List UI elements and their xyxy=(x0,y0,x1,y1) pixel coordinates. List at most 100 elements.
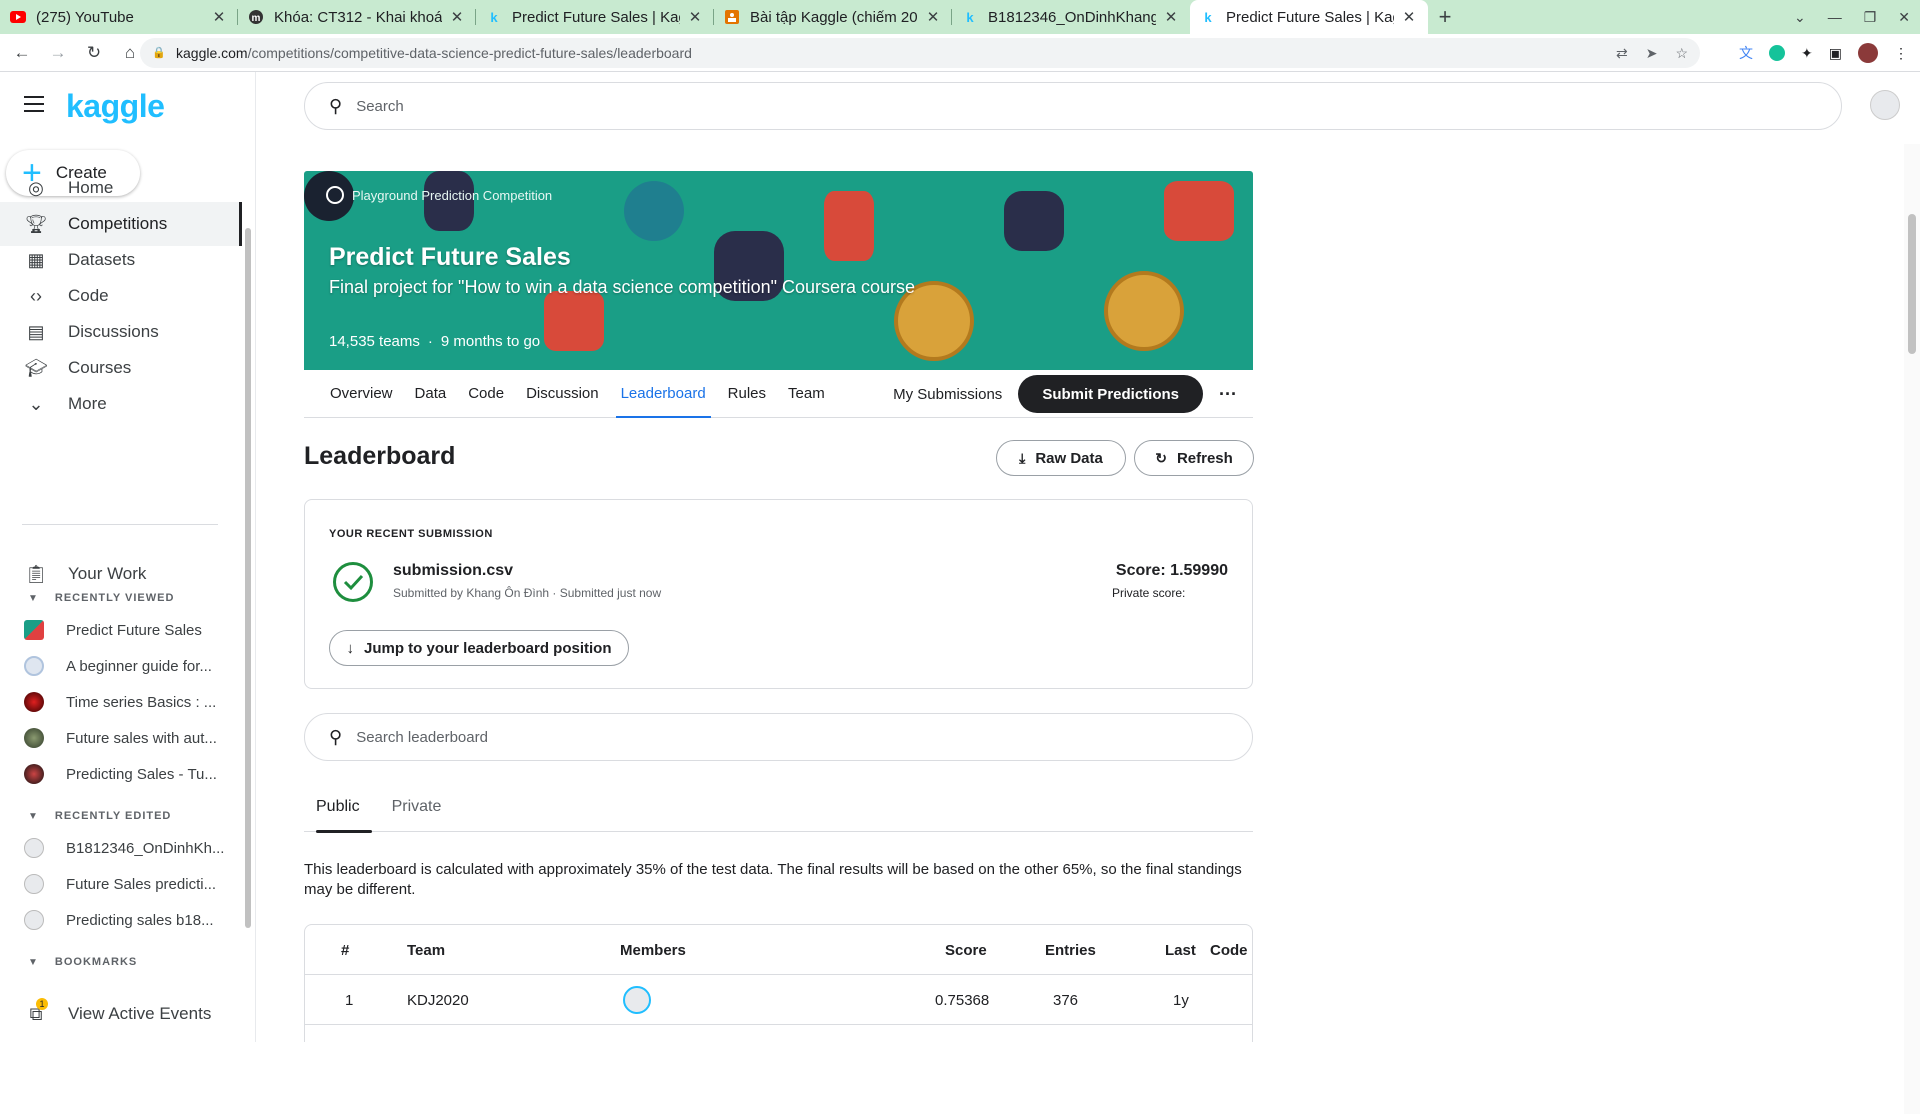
search-input[interactable]: ⚲ Search xyxy=(304,82,1842,130)
bookmarks-heading[interactable]: ▼ BOOKMARKS xyxy=(0,952,137,972)
extensions-puzzle-icon[interactable]: ✦ xyxy=(1801,45,1813,62)
tab-public[interactable]: Public xyxy=(304,782,372,833)
browser-tab[interactable]: m Khóa: CT312 - Khai khoán ✕ xyxy=(238,0,476,34)
competition-thumbnail xyxy=(24,620,44,640)
col-code: Code xyxy=(1210,941,1248,959)
recent-item-label: Predict Future Sales xyxy=(66,621,202,639)
recent-item[interactable]: A beginner guide for... xyxy=(0,649,240,683)
tab-leaderboard[interactable]: Leaderboard xyxy=(610,370,717,418)
raw-data-label: Raw Data xyxy=(1035,449,1103,467)
recent-item[interactable]: Time series Basics : ... xyxy=(0,685,240,719)
forward-icon[interactable]: → xyxy=(44,39,72,67)
address-bar[interactable]: 🔒 kaggle.com/competitions/competitive-da… xyxy=(140,38,1700,68)
tab-rules[interactable]: Rules xyxy=(717,370,777,418)
tab-data[interactable]: Data xyxy=(404,370,458,418)
more-options-icon[interactable]: ··· xyxy=(1203,384,1253,405)
new-tab-button[interactable]: + xyxy=(1428,0,1462,34)
maximize-icon[interactable]: ❐ xyxy=(1864,9,1877,26)
sidebar-item-label: Courses xyxy=(68,358,132,377)
recent-edited-item[interactable]: B1812346_OnDinhKh... xyxy=(0,831,240,865)
user-avatar[interactable] xyxy=(1870,90,1900,120)
leaderboard-search-input[interactable]: ⚲ Search leaderboard xyxy=(304,713,1253,761)
leaderboard-note: This leaderboard is calculated with appr… xyxy=(304,861,1242,898)
recent-edited-item[interactable]: Future Sales predicti... xyxy=(0,867,240,901)
browser-tab[interactable]: k B1812346_OnDinhKhang_ ✕ xyxy=(952,0,1190,34)
browser-tab-title: (275) YouTube xyxy=(36,8,134,26)
notebook-avatar xyxy=(24,874,44,894)
browser-tab-title: Khóa: CT312 - Khai khoán xyxy=(274,8,442,26)
team-cell[interactable]: KDJ2020 xyxy=(407,975,469,1025)
close-window-icon[interactable]: ✕ xyxy=(1898,9,1910,26)
tab-code[interactable]: Code xyxy=(457,370,515,418)
translate-icon[interactable]: ⇄ xyxy=(1616,45,1628,62)
reload-icon[interactable]: ↻ xyxy=(80,39,108,67)
col-score: Score xyxy=(945,941,987,959)
browser-tab[interactable]: (275) YouTube ✕ xyxy=(0,0,238,34)
recently-edited-heading[interactable]: ▼ RECENTLY EDITED xyxy=(0,806,171,826)
menu-hamburger-icon[interactable] xyxy=(24,96,44,112)
side-panel-icon[interactable]: ▣ xyxy=(1829,45,1842,62)
lock-icon[interactable]: 🔒 xyxy=(152,46,166,60)
close-tab-icon[interactable]: ✕ xyxy=(686,8,704,26)
recent-item[interactable]: Predicting Sales - Tu... xyxy=(0,757,240,791)
recent-item[interactable]: Future sales with aut... xyxy=(0,721,240,755)
grammarly-icon[interactable] xyxy=(1769,45,1786,61)
member-avatar[interactable] xyxy=(623,986,651,1014)
close-tab-icon[interactable]: ✕ xyxy=(1162,8,1180,26)
chevron-down-icon: ⌄ xyxy=(28,393,44,414)
view-active-events[interactable]: ⧉ 1 View Active Events xyxy=(0,992,242,1036)
refresh-button[interactable]: ↻ Refresh xyxy=(1134,440,1254,476)
close-tab-icon[interactable]: ✕ xyxy=(448,8,466,26)
browser-tab-active[interactable]: k Predict Future Sales | Kag ✕ xyxy=(1190,0,1428,34)
leaderboard-table: # Team Members Score Entries Last Code 1… xyxy=(304,924,1253,1042)
tab-overview[interactable]: Overview xyxy=(304,370,404,418)
browser-tab[interactable]: k Predict Future Sales | Kag ✕ xyxy=(476,0,714,34)
raw-data-button[interactable]: ⤓ Raw Data xyxy=(996,440,1126,476)
search-placeholder: Search xyxy=(356,97,404,115)
tab-search-icon[interactable]: ⌄ xyxy=(1794,9,1806,26)
page-title: Leaderboard xyxy=(304,442,456,470)
minimize-icon[interactable]: — xyxy=(1828,9,1842,25)
jump-to-position-button[interactable]: ↓ Jump to your leaderboard position xyxy=(329,630,629,666)
my-submissions-link[interactable]: My Submissions xyxy=(893,386,1002,403)
share-icon[interactable]: ➤ xyxy=(1646,45,1658,62)
submission-file-name[interactable]: submission.csv xyxy=(393,562,513,580)
table-row[interactable]: 1 KDJ2020 0.75368 376 1y xyxy=(305,975,1252,1025)
close-tab-icon[interactable]: ✕ xyxy=(1400,8,1418,26)
back-icon[interactable]: ← xyxy=(8,39,36,67)
browser-menu-icon[interactable]: ⋮ xyxy=(1894,45,1908,62)
tab-private[interactable]: Private xyxy=(372,782,454,832)
sidebar-scrollbar[interactable] xyxy=(244,214,252,994)
recent-item[interactable]: Predict Future Sales xyxy=(0,613,240,647)
recent-edited-item[interactable]: Predicting sales b18... xyxy=(0,903,240,937)
bookmark-star-icon[interactable]: ☆ xyxy=(1675,45,1688,62)
url-path: /competitions/competitive-data-science-p… xyxy=(247,45,692,61)
tab-discussion[interactable]: Discussion xyxy=(515,370,610,418)
browser-tab-title: Bài tập Kaggle (chiếm 20 xyxy=(750,8,918,26)
col-rank: # xyxy=(341,941,350,959)
profile-avatar-icon[interactable] xyxy=(1858,43,1878,63)
sidebar-item-label: Home xyxy=(68,178,114,197)
submit-predictions-button[interactable]: Submit Predictions xyxy=(1018,375,1203,413)
recent-item-label: Time series Basics : ... xyxy=(66,693,217,711)
section-heading-label: RECENTLY EDITED xyxy=(54,810,172,822)
moodle-icon: m xyxy=(248,9,264,25)
browser-tab-strip: (275) YouTube ✕ m Khóa: CT312 - Khai kho… xyxy=(0,0,1920,34)
col-team: Team xyxy=(407,941,446,959)
recent-item-label: Predicting sales b18... xyxy=(66,911,214,929)
browser-tab[interactable]: Bài tập Kaggle (chiếm 20 ✕ xyxy=(714,0,952,34)
recently-viewed-heading[interactable]: ▼ RECENTLY VIEWED xyxy=(0,588,174,608)
tab-team[interactable]: Team xyxy=(777,370,836,418)
sidebar-item-more[interactable]: ⌄ More xyxy=(0,382,242,426)
table-icon: ▦ xyxy=(27,249,45,270)
kaggle-logo[interactable]: kaggle xyxy=(66,88,165,125)
window-controls: ⌄ — ❐ ✕ xyxy=(1794,0,1910,34)
sidebar-item-label: Competitions xyxy=(68,214,168,233)
recent-item-label: B1812346_OnDinhKh... xyxy=(66,839,225,857)
close-tab-icon[interactable]: ✕ xyxy=(210,8,228,26)
close-tab-icon[interactable]: ✕ xyxy=(924,8,942,26)
translate-extension-icon[interactable]: 文 xyxy=(1739,43,1753,63)
recent-submission-card: YOUR RECENT SUBMISSION submission.csv Su… xyxy=(304,499,1253,689)
submission-meta: Submitted by Khang Ôn Đình · Submitted j… xyxy=(393,586,662,600)
page-scrollbar[interactable] xyxy=(1904,144,1920,1114)
